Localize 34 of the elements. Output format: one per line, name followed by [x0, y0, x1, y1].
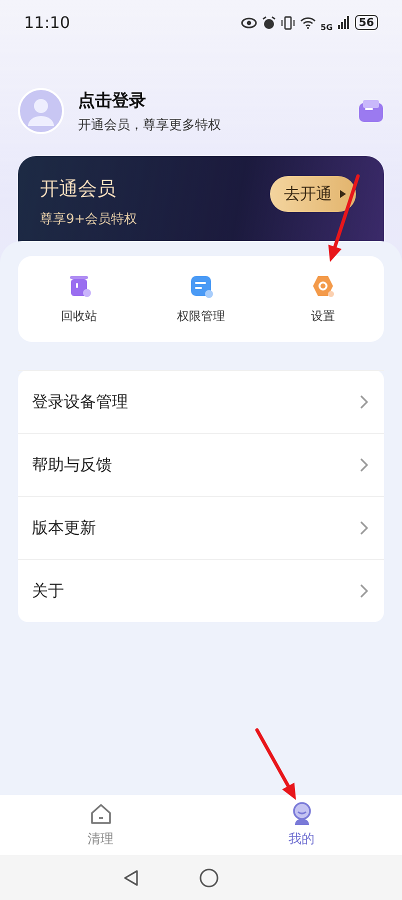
nav-tab[interactable]: 清理 — [0, 795, 201, 855]
chevron-right-icon — [360, 458, 368, 472]
menu-item[interactable]: 关于 — [18, 559, 384, 622]
login-title[interactable]: 点击登录 — [78, 88, 344, 112]
login-subtitle: 开通会员，尊享更多特权 — [78, 116, 222, 134]
menu-item[interactable]: 登录设备管理 — [18, 370, 384, 433]
back-icon[interactable] — [123, 868, 139, 886]
chevron-right-icon — [360, 584, 368, 598]
vibrate-icon — [280, 16, 295, 30]
network-label: 5G — [320, 23, 333, 32]
trash-can-icon — [67, 274, 91, 298]
nav-tab[interactable]: 我的 — [201, 795, 402, 855]
signal-icon — [338, 16, 350, 29]
vip-title: 开通会员 — [40, 177, 117, 202]
home-button-icon[interactable] — [199, 868, 219, 888]
menu-item[interactable]: 帮助与反馈 — [18, 433, 384, 496]
wifi-icon — [300, 16, 316, 29]
play-icon — [340, 190, 346, 198]
activate-button[interactable]: 去开通 — [270, 176, 356, 212]
message-box-icon[interactable] — [358, 99, 384, 123]
chevron-right-icon — [360, 395, 368, 409]
quick-action[interactable]: 设置 — [262, 268, 384, 330]
quick-action[interactable]: 回收站 — [18, 268, 140, 330]
menu-item[interactable]: 版本更新 — [18, 496, 384, 559]
vip-subtitle: 尊享9+会员特权 — [40, 211, 138, 228]
chevron-right-icon — [360, 521, 368, 535]
note-icon — [189, 274, 213, 298]
settings-icon — [311, 274, 335, 298]
home-icon — [88, 802, 112, 826]
status-time: 11:10 — [24, 13, 72, 32]
alarm-icon — [262, 16, 276, 30]
battery-level: 56 — [354, 15, 378, 30]
quick-action[interactable]: 权限管理 — [140, 268, 262, 330]
eye-icon — [240, 16, 257, 28]
